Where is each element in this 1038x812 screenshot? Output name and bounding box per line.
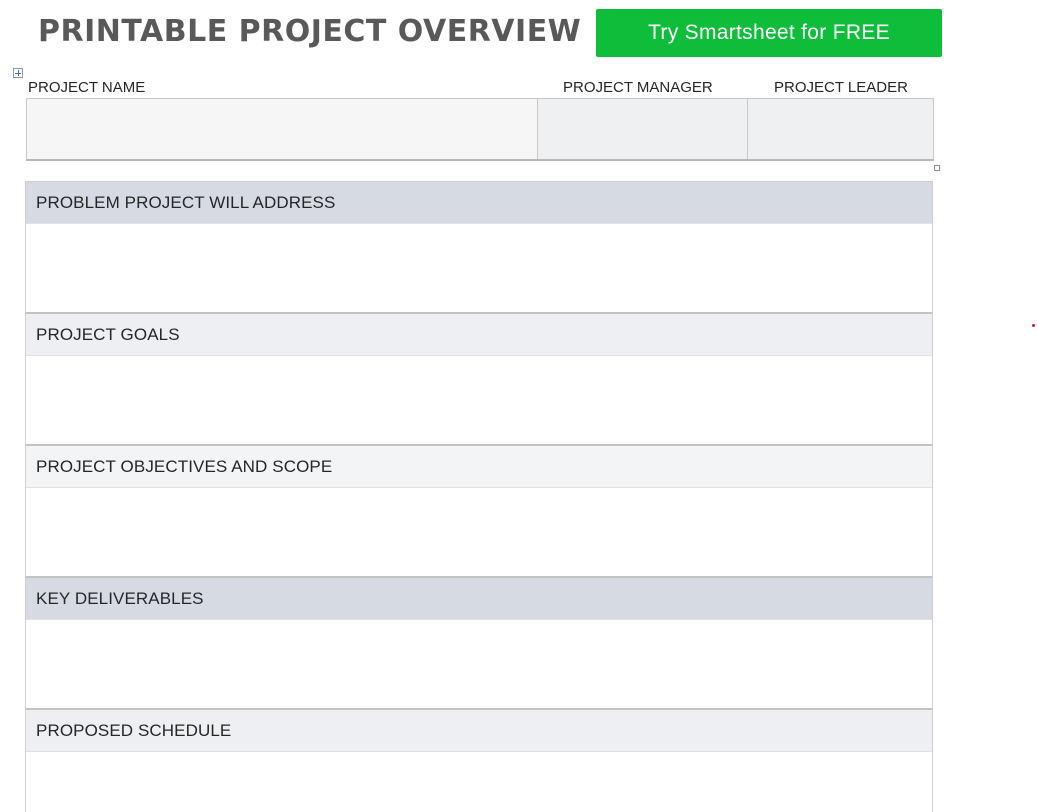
table-move-icon[interactable] <box>13 68 23 78</box>
project-leader-label: PROJECT LEADER <box>774 79 908 96</box>
project-name-label: PROJECT NAME <box>28 79 146 96</box>
section-schedule: PROPOSED SCHEDULE <box>26 710 932 812</box>
project-manager-field[interactable] <box>537 99 747 159</box>
section-deliverables: KEY DELIVERABLES <box>26 578 932 710</box>
section-body-field[interactable] <box>26 487 932 576</box>
section-header: PROJECT OBJECTIVES AND SCOPE <box>26 446 932 487</box>
section-body-field[interactable] <box>26 751 932 812</box>
page-title: PRINTABLE PROJECT OVERVIEW <box>38 14 582 49</box>
section-body-field[interactable] <box>26 223 932 312</box>
section-header: PROJECT GOALS <box>26 314 932 355</box>
section-goals: PROJECT GOALS <box>26 314 932 446</box>
project-info-row <box>26 98 934 161</box>
table-resize-icon[interactable] <box>934 165 940 171</box>
try-smartsheet-button[interactable]: Try Smartsheet for FREE <box>596 9 942 57</box>
section-body-field[interactable] <box>26 619 932 708</box>
section-objectives-scope: PROJECT OBJECTIVES AND SCOPE <box>26 446 932 578</box>
overview-sections: PROBLEM PROJECT WILL ADDRESS PROJECT GOA… <box>25 181 933 812</box>
section-header: KEY DELIVERABLES <box>26 578 932 619</box>
project-manager-label: PROJECT MANAGER <box>563 79 713 96</box>
document-page: PRINTABLE PROJECT OVERVIEW Try Smartshee… <box>0 0 1038 812</box>
red-dot-marker <box>1032 324 1035 327</box>
project-leader-field[interactable] <box>747 99 933 159</box>
section-header: PROBLEM PROJECT WILL ADDRESS <box>26 182 932 223</box>
project-name-field[interactable] <box>27 99 537 159</box>
section-header: PROPOSED SCHEDULE <box>26 710 932 751</box>
section-problem: PROBLEM PROJECT WILL ADDRESS <box>26 182 932 314</box>
section-body-field[interactable] <box>26 355 932 444</box>
